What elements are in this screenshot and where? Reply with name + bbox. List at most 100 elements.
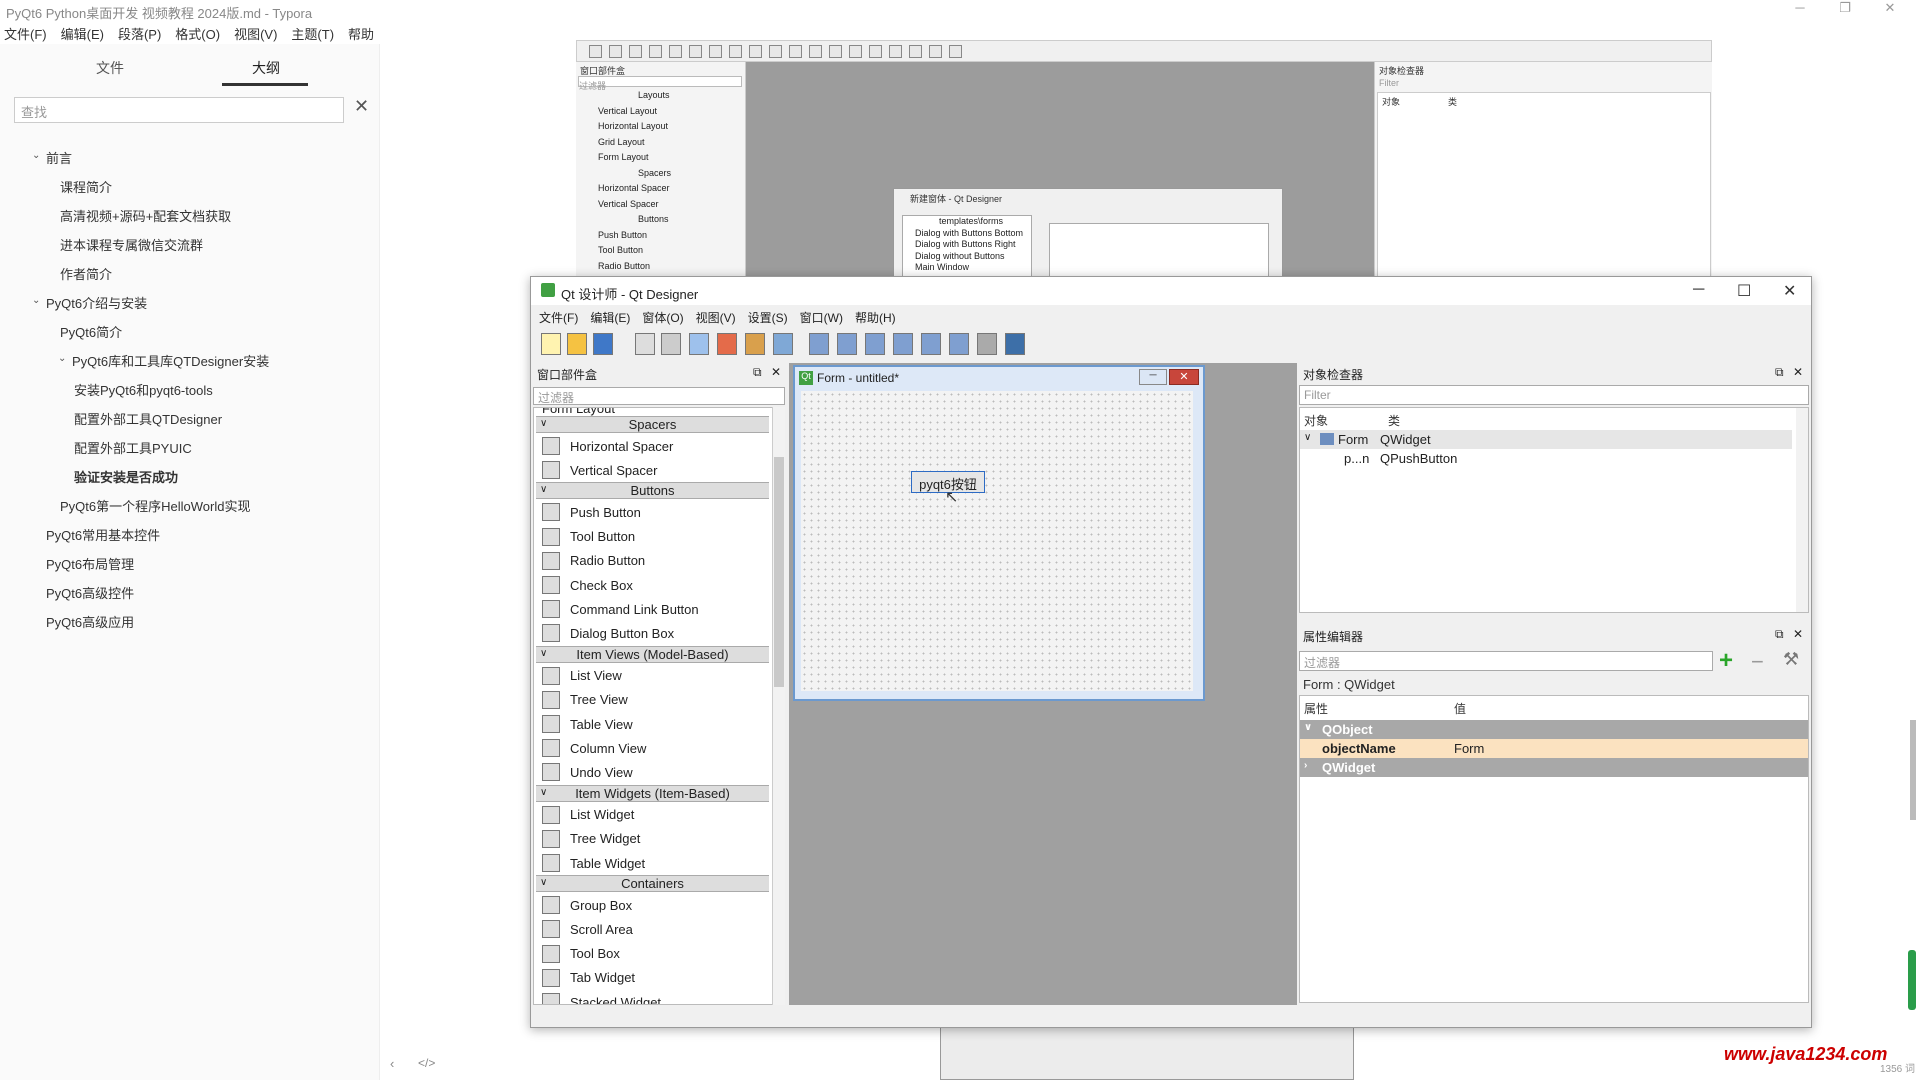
props-filter-input[interactable]: 过滤器 xyxy=(1299,651,1713,671)
qd-maximize-icon[interactable]: ☐ xyxy=(1737,281,1751,301)
chevron-down-icon[interactable]: ∨ xyxy=(540,484,547,495)
outline-item[interactable]: 安装PyQt6和pyqt6-tools xyxy=(74,380,213,399)
prop-value[interactable]: Form xyxy=(1454,741,1484,756)
widgetbox-item[interactable]: List View xyxy=(542,664,622,688)
widgetbox-item[interactable]: Push Button xyxy=(542,500,641,524)
qd-menu-item[interactable]: 文件(F) xyxy=(539,311,578,325)
panel-close-icon[interactable]: ✕ xyxy=(1793,365,1803,379)
edit-widgets-icon[interactable] xyxy=(689,333,709,355)
edit-tab-order-icon[interactable] xyxy=(773,333,793,355)
remove-property-icon[interactable]: − xyxy=(1751,649,1764,675)
widgetbox-item[interactable]: Tab Widget xyxy=(542,966,635,990)
widgetbox-item[interactable]: Tool Box xyxy=(542,942,620,966)
outline-item[interactable]: 前言 xyxy=(46,148,72,167)
layout-vertical-icon[interactable] xyxy=(837,333,857,355)
undock-icon[interactable]: ⧉ xyxy=(753,365,762,380)
inspector-row-button[interactable]: p...n QPushButton xyxy=(1300,449,1808,468)
restore-icon[interactable]: ❐ xyxy=(1825,0,1865,16)
menu-item[interactable]: 段落(P) xyxy=(118,27,161,42)
outline-item[interactable]: PyQt6库和工具库QTDesigner安装 xyxy=(72,351,269,370)
props-group-qobject[interactable]: ∨ QObject xyxy=(1300,720,1808,739)
edit-signals-icon[interactable] xyxy=(717,333,737,355)
chevron-down-icon[interactable]: ⌄ xyxy=(32,150,40,161)
qd-minimize-icon[interactable]: ─ xyxy=(1693,281,1704,299)
layout-horizontal-splitter-icon[interactable] xyxy=(865,333,885,355)
edit-buddies-icon[interactable] xyxy=(745,333,765,355)
layout-horizontal-icon[interactable] xyxy=(809,333,829,355)
undock-icon[interactable]: ⧉ xyxy=(1775,627,1784,642)
widgetbox-category[interactable]: ∨ Buttons xyxy=(536,482,769,500)
layout-form-icon[interactable] xyxy=(949,333,969,355)
chevron-down-icon[interactable]: ∨ xyxy=(540,418,547,429)
outline-item[interactable]: 验证安装是否成功 xyxy=(74,467,178,486)
widgetbox-item[interactable]: Tree View xyxy=(542,688,628,712)
qd-menu-item[interactable]: 窗体(O) xyxy=(642,311,683,325)
widgetbox-item[interactable]: Tool Button xyxy=(542,525,635,549)
send-to-back-icon[interactable] xyxy=(635,333,655,355)
widgetbox-item[interactable]: Undo View xyxy=(542,760,633,784)
widgetbox-category[interactable]: ∨ Spacers xyxy=(536,416,769,433)
outline-item[interactable]: 配置外部工具QTDesigner xyxy=(74,409,222,428)
adjust-size-icon[interactable] xyxy=(1005,333,1025,355)
configure-icon[interactable]: ⚒ xyxy=(1783,649,1799,670)
widgetbox-item[interactable]: Radio Button xyxy=(542,549,645,573)
widgetbox-item[interactable]: Scroll Area xyxy=(542,917,633,941)
form-minimize-icon[interactable]: ─ xyxy=(1139,369,1167,385)
outline-item[interactable]: 高清视频+源码+配套文档获取 xyxy=(60,206,231,225)
outline-item[interactable]: PyQt6常用基本控件 xyxy=(46,525,160,544)
qd-menu-item[interactable]: 设置(S) xyxy=(748,311,788,325)
close-icon[interactable]: ✕ xyxy=(1870,0,1910,16)
widgetbox-category[interactable]: ∨ Item Views (Model-Based) xyxy=(536,645,769,663)
chevron-down-icon[interactable]: ∨ xyxy=(540,877,547,888)
widgetbox-item[interactable]: Stacked Widget xyxy=(542,990,661,1004)
break-layout-icon[interactable] xyxy=(977,333,997,355)
chevron-down-icon[interactable]: ⌄ xyxy=(58,353,66,364)
qd-menu-item[interactable]: 帮助(H) xyxy=(855,311,896,325)
open-file-icon[interactable] xyxy=(567,333,587,355)
bring-to-front-icon[interactable] xyxy=(661,333,681,355)
outline-item[interactable]: 进本课程专属微信交流群 xyxy=(60,235,203,254)
new-file-icon[interactable] xyxy=(541,333,561,355)
layout-vertical-splitter-icon[interactable] xyxy=(893,333,913,355)
outline-item[interactable]: 作者简介 xyxy=(60,264,112,283)
inspector-scrollbar[interactable] xyxy=(1796,408,1808,612)
form-close-icon[interactable]: ✕ xyxy=(1169,369,1199,385)
widgetbox-item[interactable]: Command Link Button xyxy=(542,597,699,621)
add-property-icon[interactable]: + xyxy=(1719,647,1733,675)
widgetbox-item[interactable]: Column View xyxy=(542,736,646,760)
chevron-right-icon[interactable]: › xyxy=(1304,760,1307,771)
chevron-down-icon[interactable]: ∨ xyxy=(1304,432,1311,443)
qd-menu-item[interactable]: 编辑(E) xyxy=(590,311,630,325)
outline-item[interactable]: 配置外部工具PYUIC xyxy=(74,438,192,457)
widgetbox-item[interactable]: Dialog Button Box xyxy=(542,621,674,645)
save-icon[interactable] xyxy=(593,333,613,355)
inspector-row-form[interactable]: ∨ Form QWidget xyxy=(1300,430,1792,449)
close-icon[interactable]: ✕ xyxy=(354,96,369,117)
widgetbox-item[interactable]: Tree Widget xyxy=(542,827,640,851)
chevron-left-icon[interactable]: ‹ xyxy=(390,1056,394,1071)
menu-item[interactable]: 视图(V) xyxy=(234,27,277,42)
outline-item[interactable]: PyQt6高级控件 xyxy=(46,583,134,602)
widgetbox-item[interactable]: Check Box xyxy=(542,573,633,597)
panel-close-icon[interactable]: ✕ xyxy=(1793,627,1803,641)
chevron-down-icon[interactable]: ∨ xyxy=(1304,722,1312,733)
chevron-down-icon[interactable]: ⌄ xyxy=(32,295,40,306)
menu-item[interactable]: 主题(T) xyxy=(291,27,334,42)
outline-item[interactable]: PyQt6介绍与安装 xyxy=(46,293,147,312)
qd-close-icon[interactable]: ✕ xyxy=(1783,281,1796,301)
widgetbox-category[interactable]: ∨ Containers xyxy=(536,875,769,893)
minimize-icon[interactable]: ─ xyxy=(1780,0,1820,15)
tab-outline[interactable]: 大纲 xyxy=(252,58,280,78)
form-canvas[interactable]: pyqt6按钮 ↖ xyxy=(801,391,1193,691)
chevron-down-icon[interactable]: ∨ xyxy=(540,648,547,659)
qd-menu-item[interactable]: 视图(V) xyxy=(696,311,736,325)
undock-icon[interactable]: ⧉ xyxy=(1775,365,1784,380)
editor-scrollbar[interactable] xyxy=(1910,720,1916,820)
search-input[interactable]: 查找 xyxy=(14,97,344,123)
qd-menu-item[interactable]: 窗口(W) xyxy=(800,311,843,325)
props-row-objectname[interactable]: objectName Form xyxy=(1300,739,1808,758)
menu-item[interactable]: 编辑(E) xyxy=(61,27,104,42)
layout-grid-icon[interactable] xyxy=(921,333,941,355)
outline-item[interactable]: PyQt6简介 xyxy=(60,322,122,341)
widgetbox-item[interactable]: Vertical Spacer xyxy=(542,458,657,482)
